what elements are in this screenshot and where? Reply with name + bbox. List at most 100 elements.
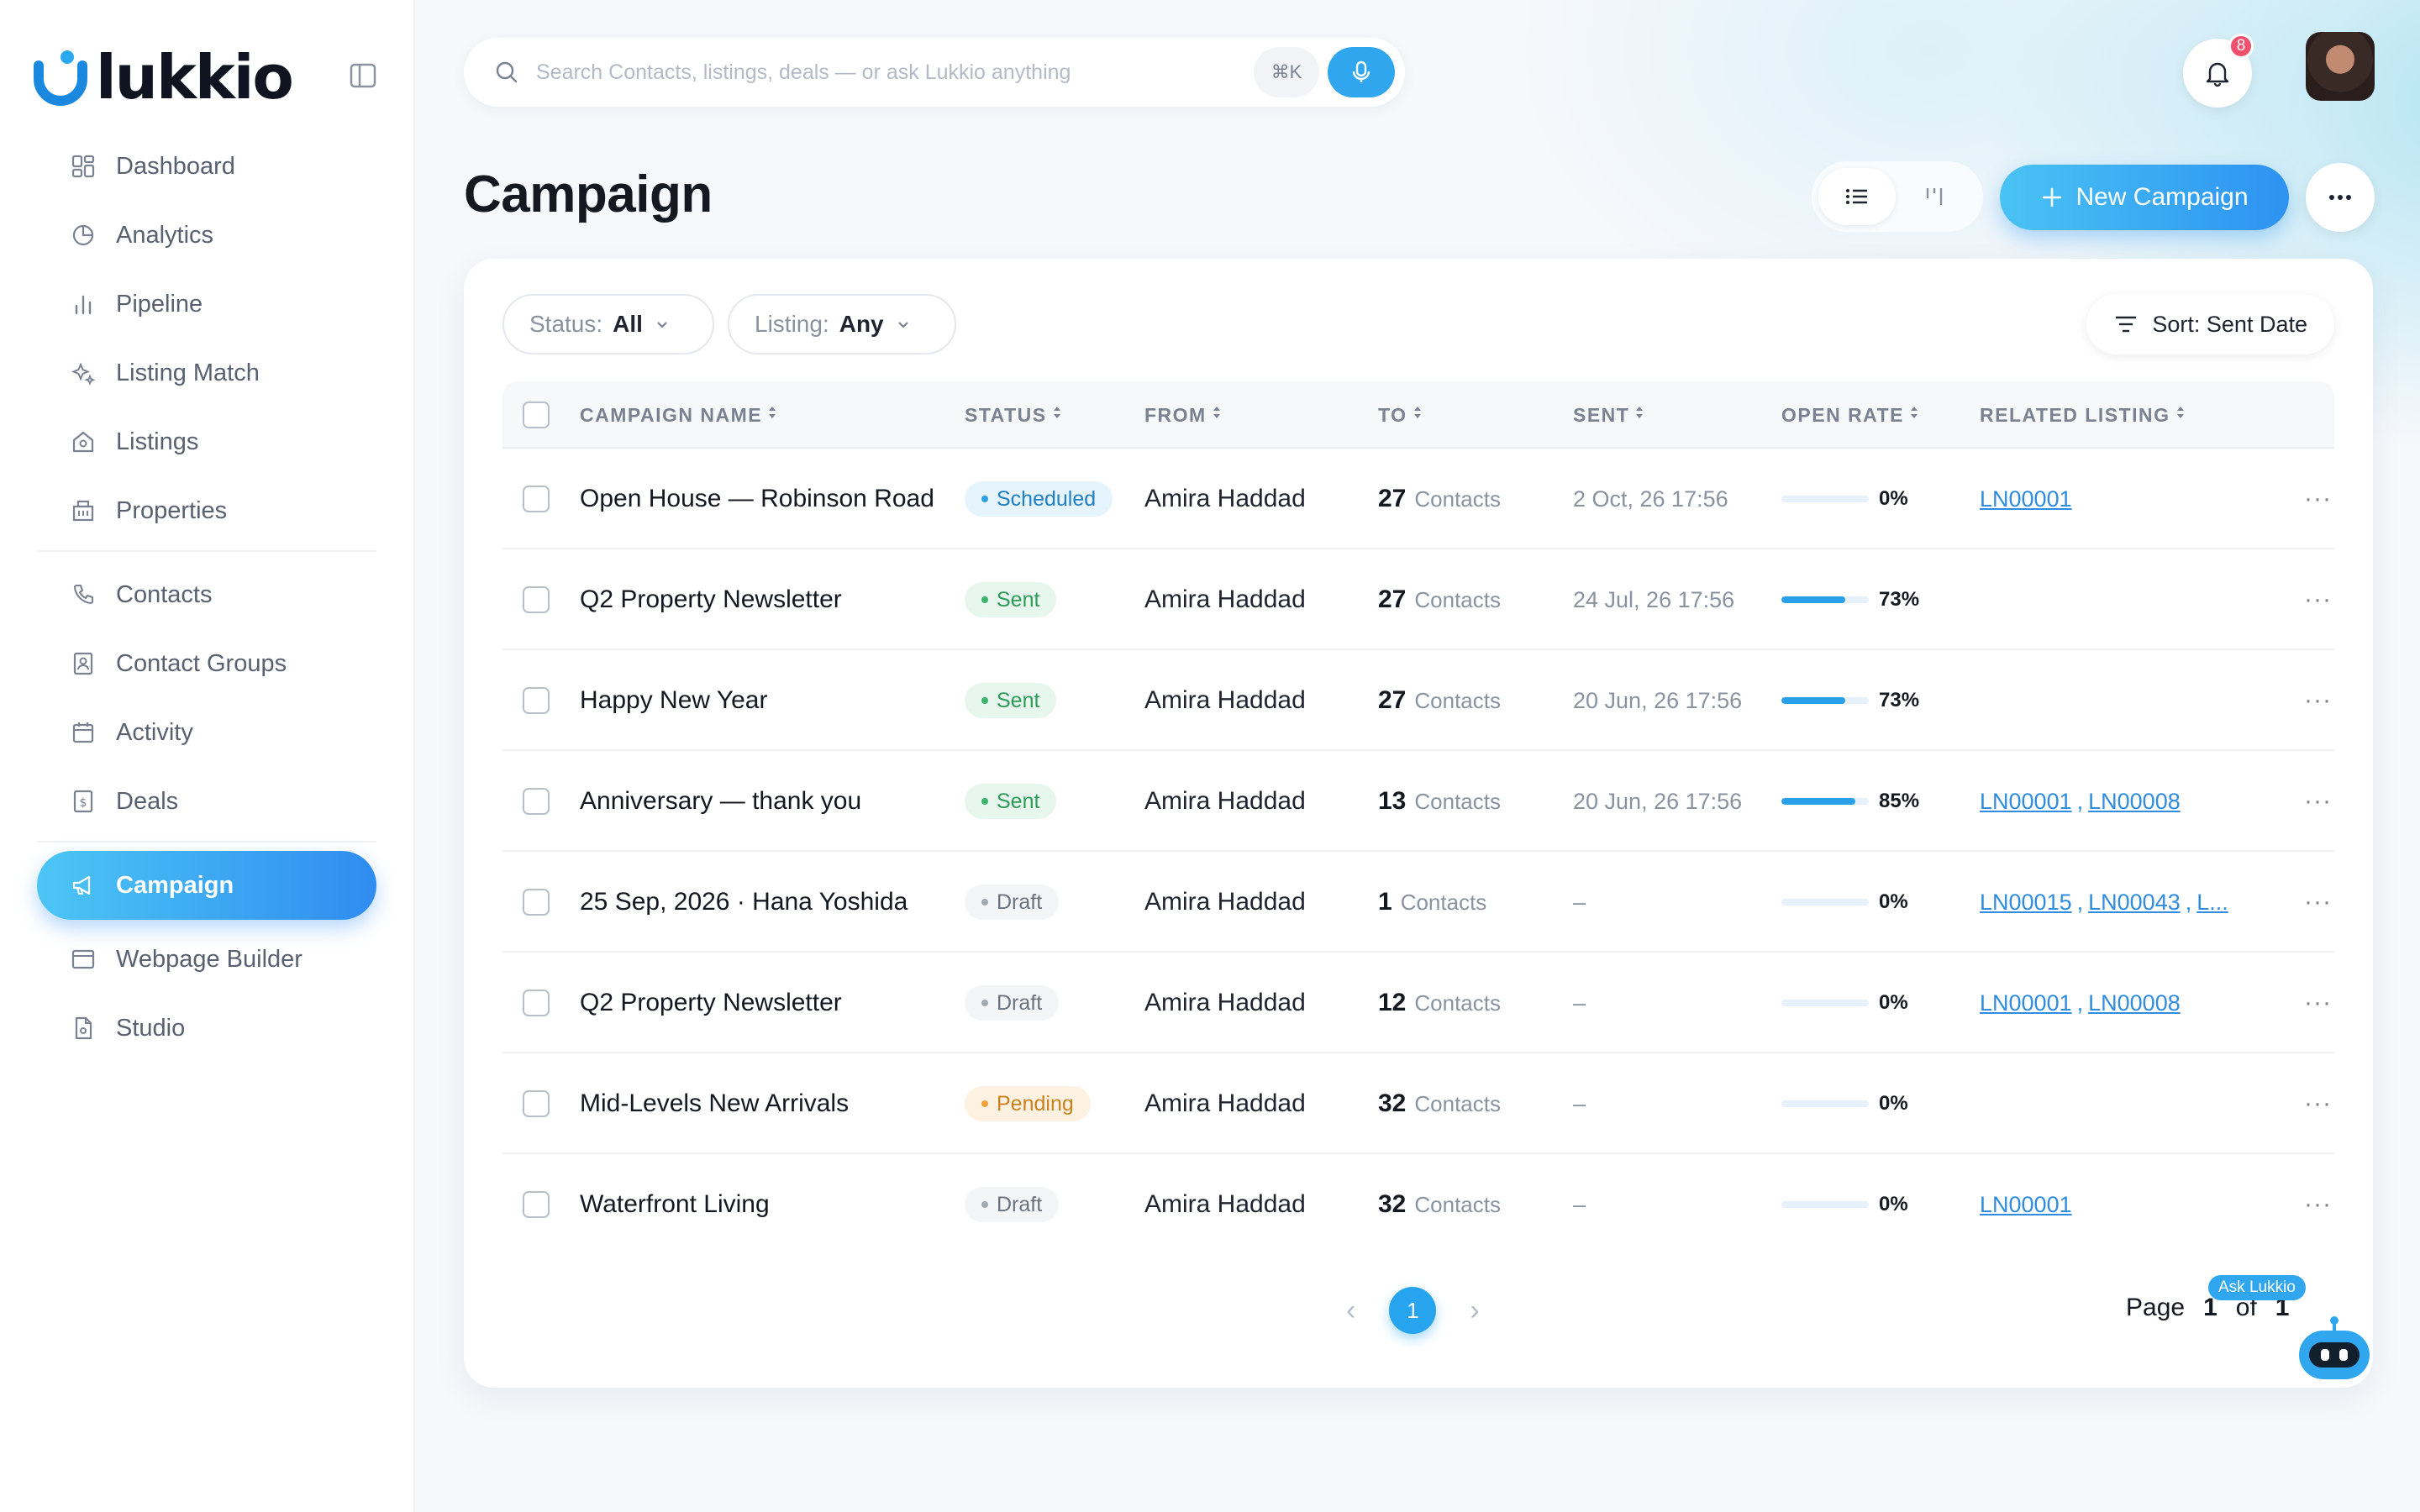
open-rate-bar [1781,596,1869,603]
sidebar-item-campaign[interactable]: Campaign [37,851,376,920]
col-to[interactable]: TO [1378,381,1423,449]
col-sent[interactable]: SENT [1573,381,1644,449]
sidebar-item-properties[interactable]: Properties [37,476,376,545]
table-body: Open House — Robinson Road Scheduled Ami… [502,449,2334,1255]
status-text: Sent [997,789,1040,813]
row-more-icon[interactable]: ··· [2304,485,2332,513]
campaign-name[interactable]: Mid-Levels New Arrivals [580,1089,849,1118]
sidebar-item-webpage-builder[interactable]: Webpage Builder [37,925,376,994]
related-listing-link[interactable]: LN00043 [2088,890,2181,916]
table-row[interactable]: Mid-Levels New Arrivals Pending Amira Ha… [502,1053,2334,1154]
row-checkbox[interactable] [523,486,550,512]
related-listing-link[interactable]: LN00015 [1980,890,2072,916]
table-row[interactable]: Waterfront Living Draft Amira Haddad 32 C… [502,1154,2334,1255]
sidebar-item-contacts[interactable]: Contacts [37,560,376,629]
row-checkbox[interactable] [523,990,550,1016]
col-related-listing[interactable]: RELATED LISTING [1980,381,2186,449]
user-avatar[interactable] [2306,32,2375,101]
sidebar-item-studio[interactable]: Studio [37,994,376,1063]
next-page-button[interactable]: › [1470,1294,1479,1327]
sidebar-item-deals[interactable]: $ Deals [37,767,376,836]
row-more-icon[interactable]: ··· [2304,686,2332,715]
related-listing-link[interactable]: L... [2196,890,2228,916]
row-more-icon[interactable]: ··· [2304,787,2332,816]
campaign-name[interactable]: Q2 Property Newsletter [580,989,842,1017]
campaign-name[interactable]: Open House — Robinson Road [580,485,934,513]
row-checkbox[interactable] [523,1090,550,1117]
sidebar-nav: Dashboard Analytics Pipeline Listing Mat… [37,132,376,1063]
from-sender: Amira Haddad [1144,686,1306,714]
row-more-icon[interactable]: ··· [2304,888,2332,916]
page-more-button[interactable] [2306,163,2375,232]
table-row[interactable]: Q2 Property Newsletter Sent Amira Haddad… [502,549,2334,650]
row-checkbox[interactable] [523,586,550,613]
ask-assistant-tag[interactable]: Ask Lukkio [2208,1275,2306,1300]
table-row[interactable]: Anniversary — thank you Sent Amira Hadda… [502,751,2334,852]
view-toggle [1812,161,1983,232]
select-all-checkbox[interactable] [523,402,550,428]
related-listings: LN00001 [1980,449,2072,549]
related-listings: LN00015, LN00043, L... [1980,852,2228,953]
listing-filter-dropdown[interactable]: Listing: Any [728,294,956,354]
col-from[interactable]: FROM [1144,381,1222,449]
row-select-cell [523,449,550,549]
related-listing-link[interactable]: LN00008 [2088,990,2181,1016]
row-more-icon[interactable]: ··· [2304,989,2332,1017]
campaign-name[interactable]: Q2 Property Newsletter [580,585,842,614]
prev-page-button[interactable]: ‹ [1346,1294,1355,1327]
search-input[interactable]: Search Contacts, listings, deals — or as… [536,60,1254,85]
row-more-icon[interactable]: ··· [2304,1190,2332,1219]
row-more-icon[interactable]: ··· [2304,585,2332,614]
listing-filter-label: Listing: [755,311,829,337]
logo[interactable]: lukkio [30,42,294,113]
search-shortcut-hint: ⌘K [1254,47,1319,97]
status-badge: Sent [965,784,1057,819]
related-listing-link[interactable]: LN00001 [1980,486,2072,512]
row-checkbox[interactable] [523,889,550,916]
table-row[interactable]: Happy New Year Sent Amira Haddad 27 Conta… [502,650,2334,751]
list-view-button[interactable] [1818,168,1896,225]
row-checkbox[interactable] [523,788,550,815]
status-filter-dropdown[interactable]: Status: All [502,294,714,354]
sidebar-item-pipeline[interactable]: Pipeline [37,270,376,339]
sidebar-item-listings[interactable]: Listings [37,407,376,476]
voice-search-button[interactable] [1328,47,1395,97]
campaign-name[interactable]: Happy New Year [580,686,767,715]
sidebar-collapse-button[interactable] [346,59,380,92]
table-row[interactable]: 25 Sep, 2026 · Hana Yoshida Draft Amira … [502,852,2334,953]
table-row[interactable]: Q2 Property Newsletter Draft Amira Hadda… [502,953,2334,1053]
sort-arrows-icon [767,403,777,427]
table-row[interactable]: Open House — Robinson Road Scheduled Ami… [502,449,2334,549]
page-number-current[interactable]: 1 [1389,1287,1437,1334]
related-listing-link[interactable]: LN00001 [1980,990,2072,1016]
open-rate-bar [1781,899,1869,906]
sidebar-item-listing-match[interactable]: Listing Match [37,339,376,407]
sidebar-item-analytics[interactable]: Analytics [37,201,376,270]
col-open-rate[interactable]: OPEN RATE [1781,381,1919,449]
col-status[interactable]: STATUS [965,381,1062,449]
related-listing-link[interactable]: LN00001 [1980,789,2072,815]
recipient-label: Contacts [1414,990,1501,1016]
sidebar-item-contact-groups[interactable]: Contact Groups [37,629,376,698]
sort-button[interactable]: Sort: Sent Date [2086,294,2334,354]
row-more-icon[interactable]: ··· [2304,1089,2332,1118]
sidebar-item-activity[interactable]: Activity [37,698,376,767]
sent-date: – [1573,1090,1586,1116]
page-title: Campaign [464,165,713,223]
new-campaign-button[interactable]: New Campaign [2000,165,2289,230]
related-listing-link[interactable]: LN00001 [1980,1192,2072,1218]
col-campaign-name[interactable]: CAMPAIGN NAME [580,381,777,449]
status-badge: Scheduled [965,481,1113,517]
status-badge: Pending [965,1086,1091,1121]
campaign-name[interactable]: 25 Sep, 2026 · Hana Yoshida [580,888,908,916]
assistant-bot-button[interactable] [2294,1315,2375,1383]
kanban-view-button[interactable] [1896,168,1973,225]
sent-date: 24 Jul, 26 17:56 [1573,586,1735,612]
campaign-name[interactable]: Waterfront Living [580,1190,770,1219]
related-listing-link[interactable]: LN00008 [2088,789,2181,815]
row-checkbox[interactable] [523,687,550,714]
search-bar[interactable]: Search Contacts, listings, deals — or as… [464,38,1405,107]
campaign-name[interactable]: Anniversary — thank you [580,787,861,816]
sidebar-item-dashboard[interactable]: Dashboard [37,132,376,201]
row-checkbox[interactable] [523,1191,550,1218]
